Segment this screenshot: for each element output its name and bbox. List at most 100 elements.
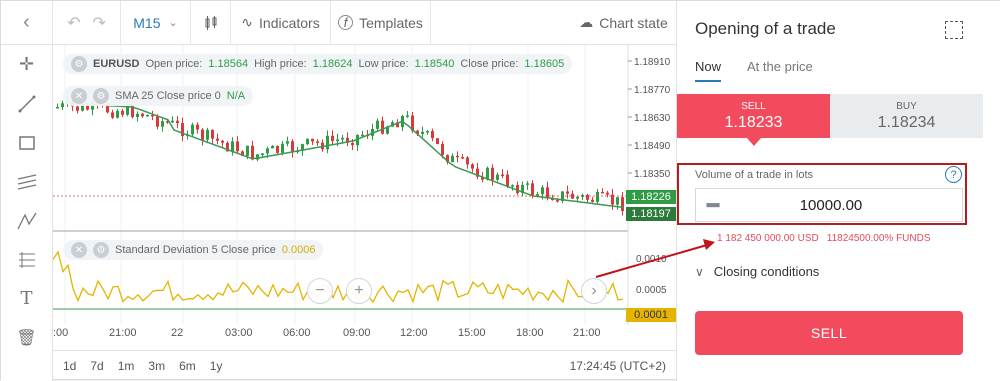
fibonacci-icon	[18, 251, 35, 268]
chart-toolbar: ‹ ↶ ↷ M15 ⌄ ∿ Indicators f Templates ☁ C…	[1, 0, 676, 45]
high-label: High price:	[254, 58, 307, 70]
indicators-button[interactable]: ∿ Indicators	[231, 0, 331, 45]
help-icon[interactable]: ?	[945, 166, 962, 183]
low-label: Low price:	[358, 58, 409, 70]
buy-quote[interactable]: BUY 1.18234	[830, 94, 983, 138]
settings-gear-icon[interactable]: ⚙	[93, 242, 109, 258]
candle-body	[156, 116, 159, 127]
candle-body	[146, 114, 149, 117]
fan-tool[interactable]	[1, 201, 52, 240]
range-7d[interactable]: 7d	[83, 359, 110, 373]
rectangle-tool[interactable]	[1, 123, 52, 162]
undo-redo-group: ↶ ↷	[53, 0, 121, 45]
symbol-name: EURUSD	[93, 58, 140, 70]
tab-at-the-price[interactable]: At the price	[747, 59, 813, 82]
time-tick-label: 15:00	[458, 327, 486, 339]
candle-body	[221, 140, 224, 143]
candle-body	[161, 121, 164, 127]
sell-button[interactable]: SELL	[695, 311, 963, 355]
decrease-volume-button[interactable]: ━	[696, 188, 730, 222]
timeframe-select[interactable]: M15 ⌄	[121, 0, 191, 45]
sma-legend: ✕ ⚙ SMA 25 Close price 0 N/A	[63, 86, 254, 106]
drawing-tools: ✛ T 🗑	[1, 45, 53, 381]
chevron-down-icon: ⌄	[168, 17, 178, 29]
range-1m[interactable]: 1m	[111, 359, 142, 373]
candle-body	[316, 141, 319, 143]
candle-body	[341, 137, 344, 140]
chart-type-button[interactable]	[191, 0, 231, 45]
candle-body	[466, 157, 469, 165]
trading-app: ‹ ↶ ↷ M15 ⌄ ∿ Indicators f Templates ☁ C…	[0, 0, 1000, 381]
candle-body	[351, 142, 354, 146]
chart-state-button[interactable]: ☁ Chart state	[571, 1, 676, 45]
settings-gear-icon[interactable]: ⚙	[93, 88, 109, 104]
zoom-in-button[interactable]: +	[346, 278, 372, 304]
funds-percent: 11824500.00% FUNDS	[826, 233, 931, 244]
price-tick-label: 1.18910	[634, 57, 671, 68]
candle-body	[231, 141, 234, 152]
buy-quote-price: 1.18234	[877, 114, 936, 131]
sell-quote[interactable]: SELL 1.18233	[677, 94, 830, 138]
close-label: Close price:	[460, 58, 519, 70]
candle-body	[406, 115, 409, 117]
trash-icon: 🗑	[16, 329, 37, 347]
remove-indicator-icon[interactable]: ✕	[71, 88, 87, 104]
range-3m[interactable]: 3m	[141, 359, 172, 373]
fibonacci-tool[interactable]	[1, 240, 52, 279]
candle-body	[541, 187, 544, 195]
candle-body	[576, 196, 579, 199]
candle-body	[191, 124, 194, 135]
back-button[interactable]: ‹	[1, 0, 53, 45]
indicators-icon: ∿	[241, 14, 254, 30]
stddev-legend: ✕ ⚙ Standard Deviation 5 Close price 0.0…	[63, 240, 324, 260]
tab-now[interactable]: Now	[695, 59, 722, 82]
buy-quote-label: BUY	[896, 101, 917, 112]
price-chart[interactable]: 1.18910 1.18770 1.18630 1.18490 1.18350 0.001…	[53, 45, 676, 350]
undo-icon[interactable]: ↶	[67, 13, 80, 33]
minus-icon: −	[315, 282, 325, 299]
channel-icon	[17, 173, 36, 190]
time-tick-label: :00	[53, 327, 68, 339]
sell-quote-label: SELL	[741, 101, 766, 112]
stddev-tick-label: 0.0010	[636, 254, 667, 265]
candle-body	[246, 145, 249, 156]
chevron-down-icon: ∨	[695, 264, 704, 279]
text-tool[interactable]: T	[1, 279, 52, 318]
candle-body	[271, 145, 274, 149]
delete-tool[interactable]: 🗑	[1, 318, 52, 357]
range-1y[interactable]: 1y	[203, 359, 230, 373]
candlestick-icon	[205, 15, 216, 30]
time-tick-label: 21:00	[109, 327, 137, 339]
plus-icon: +	[354, 282, 364, 299]
candle-body	[116, 110, 119, 118]
zoom-out-button[interactable]: −	[307, 278, 333, 304]
range-6m[interactable]: 6m	[172, 359, 203, 373]
scroll-right-button[interactable]: ›	[581, 278, 607, 304]
candle-body	[236, 141, 239, 152]
stddev-tag: 0.0001	[626, 308, 676, 322]
indicators-label: Indicators	[259, 14, 320, 31]
volume-input[interactable]: ━ 10000.00	[695, 188, 963, 222]
candle-body	[251, 145, 254, 160]
line-tool[interactable]	[1, 84, 52, 123]
remove-indicator-icon[interactable]: ✕	[71, 242, 87, 258]
candle-body	[601, 191, 604, 194]
time-tick-label: 03:00	[225, 327, 253, 339]
candle-body	[196, 124, 199, 130]
volume-label: Volume of a trade in lots	[695, 169, 814, 181]
templates-button[interactable]: f Templates	[331, 0, 431, 45]
trade-panel: Opening of a trade Now At the price SELL…	[676, 1, 1000, 381]
channel-tool[interactable]	[1, 162, 52, 201]
expand-icon[interactable]	[945, 21, 963, 39]
minus-icon: ━	[706, 194, 720, 217]
volume-value[interactable]: 10000.00	[730, 197, 962, 214]
stddev-value: 0.0006	[281, 244, 316, 256]
candle-body	[136, 113, 139, 118]
redo-icon[interactable]: ↷	[93, 13, 106, 33]
candle-body	[471, 164, 474, 169]
range-1d[interactable]: 1d	[53, 359, 83, 373]
closing-conditions-toggle[interactable]: ∨ Closing conditions	[695, 264, 819, 279]
settings-gear-icon[interactable]: ⚙	[71, 56, 87, 72]
crosshair-tool[interactable]: ✛	[1, 45, 52, 84]
